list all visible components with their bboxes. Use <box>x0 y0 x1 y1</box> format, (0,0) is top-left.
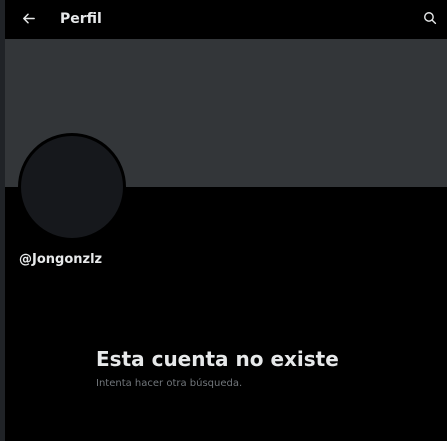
avatar <box>18 133 126 241</box>
arrow-left-icon <box>22 13 35 23</box>
back-button[interactable] <box>15 5 41 31</box>
profile-page: Perfil @Jongonzlz Esta cuenta no existe … <box>0 0 447 441</box>
profile-handle: @Jongonzlz <box>19 252 103 267</box>
search-button[interactable] <box>417 5 443 31</box>
top-bar: Perfil <box>5 0 447 39</box>
empty-state-title: Esta cuenta no existe <box>96 347 339 371</box>
empty-state-subtitle: Intenta hacer otra búsqueda. <box>96 378 243 389</box>
search-icon <box>424 12 437 25</box>
page-title: Perfil <box>60 11 102 27</box>
